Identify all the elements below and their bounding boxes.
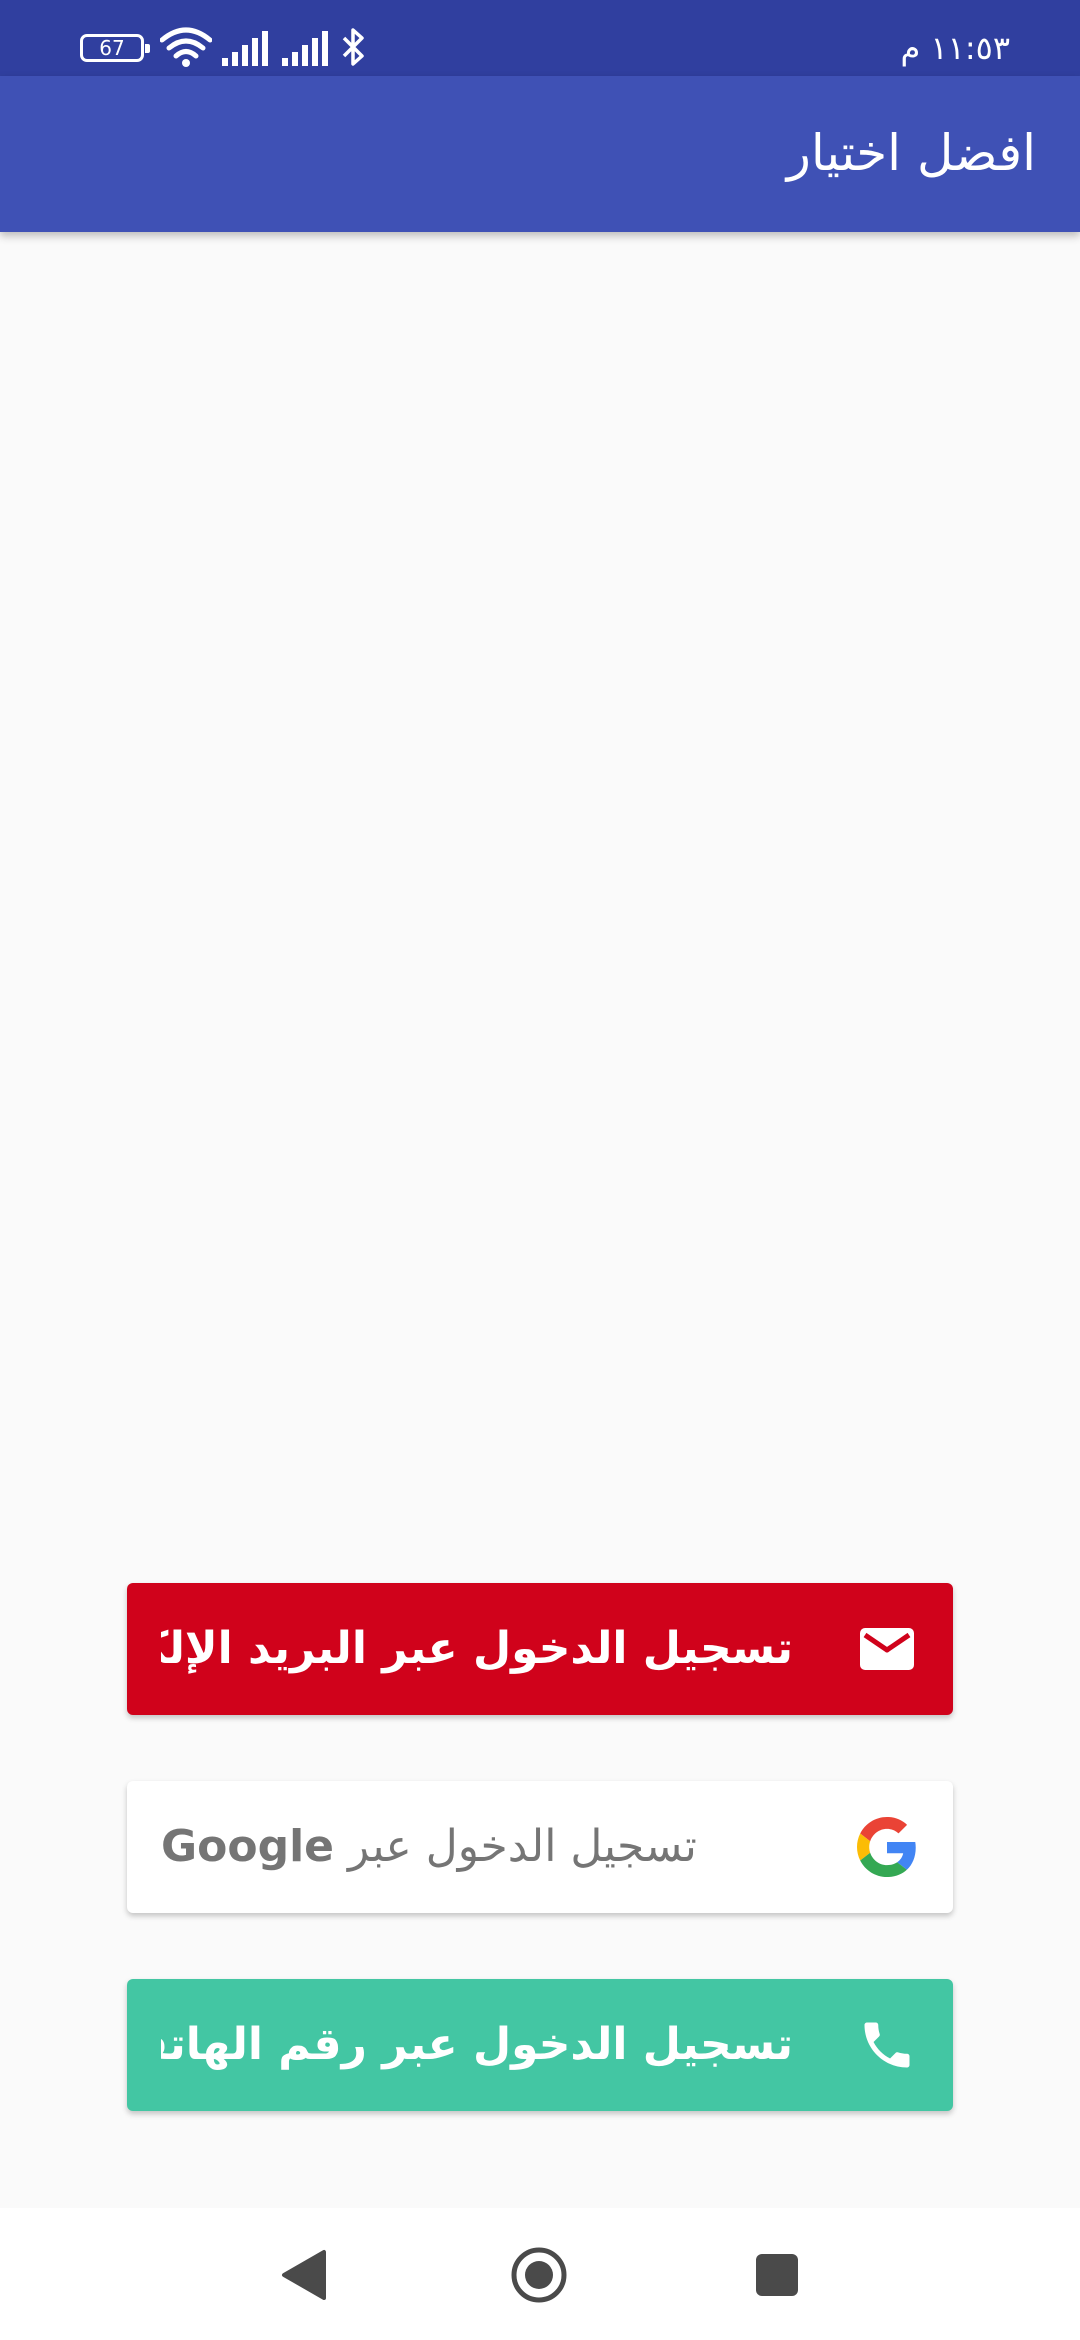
mail-icon (860, 1628, 914, 1670)
email-login-button[interactable]: تسجيل الدخول عبر البريد الإلكتروني (127, 1583, 953, 1715)
bluetooth-icon (342, 28, 364, 66)
google-login-prefix: تسجيل الدخول عبر (348, 1821, 697, 1872)
phone-login-button[interactable]: تسجيل الدخول عبر رقم الهاتف (127, 1979, 953, 2111)
navigation-bar (0, 2208, 1080, 2340)
phone-icon (864, 2022, 910, 2068)
signal-icon (282, 31, 328, 66)
email-login-label: تسجيل الدخول عبر البريد الإلكتروني (161, 1623, 793, 1674)
battery-level: 67 (99, 36, 125, 60)
wifi-icon (160, 27, 212, 67)
google-login-label: تسجيل الدخول عبر Google (161, 1781, 793, 1913)
battery-icon: 67 (80, 34, 150, 62)
app-title: افضل اختيار (786, 124, 1036, 182)
google-login-button[interactable]: تسجيل الدخول عبر Google (127, 1781, 953, 1913)
home-icon[interactable] (510, 2246, 568, 2304)
signal-icon (222, 31, 268, 66)
google-icon (857, 1817, 916, 1877)
google-brand-text: Google (161, 1821, 334, 1872)
app-bar: افضل اختيار (0, 76, 1080, 232)
status-bar: 67 ١١:٥٣ م (0, 0, 1080, 76)
back-icon[interactable] (280, 2248, 330, 2302)
recent-apps-icon[interactable] (756, 2254, 798, 2296)
login-screen: 67 ١١:٥٣ م افضل اختيار تسجيل الدخول عبر … (0, 0, 1080, 2340)
status-time: ١١:٥٣ م (900, 29, 1010, 67)
phone-login-label: تسجيل الدخول عبر رقم الهاتف (161, 2019, 793, 2070)
